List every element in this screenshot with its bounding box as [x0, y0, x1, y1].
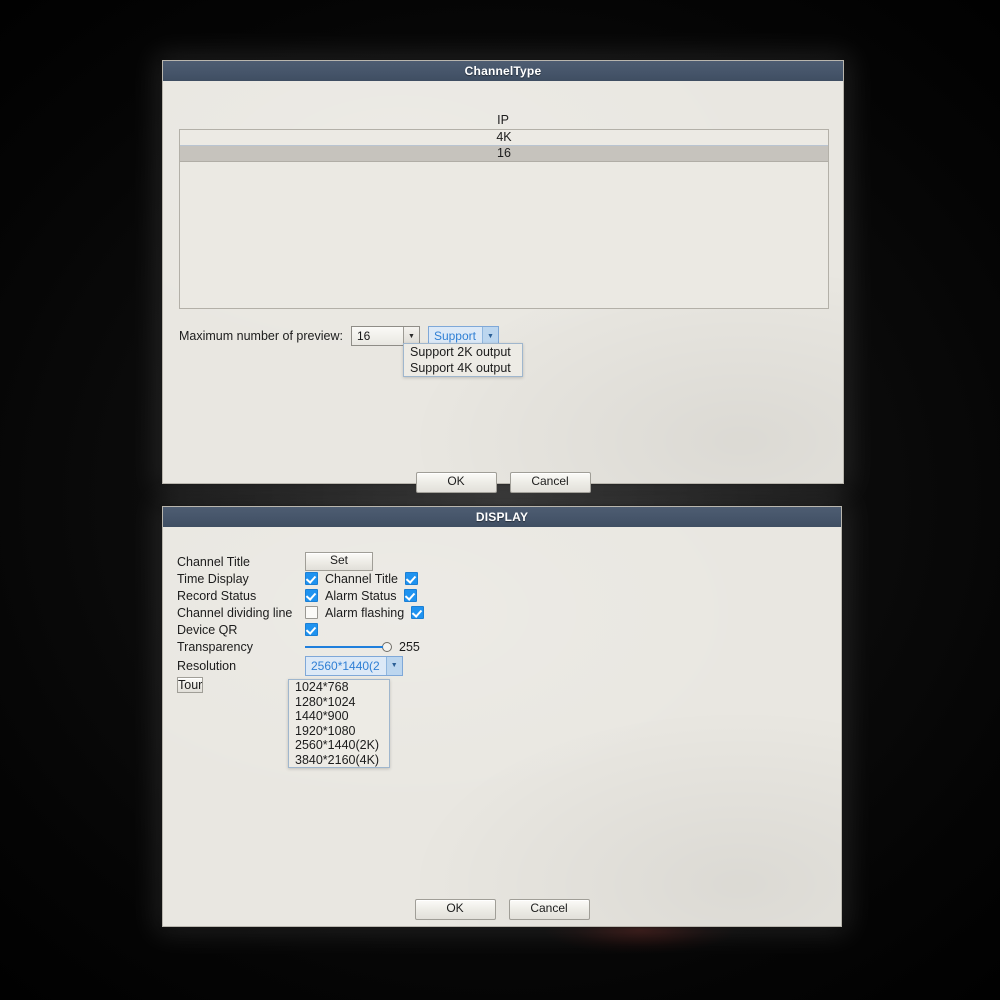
alarm-status-label: Alarm Status [325, 588, 397, 603]
display-button-row: OK Cancel [163, 899, 841, 920]
preview-count-value: 16 [356, 329, 371, 343]
dropdown-option[interactable]: 1920*1080 [289, 724, 389, 739]
row-time-display: Time Display Channel Title [177, 570, 424, 587]
row-record-status: Record Status Alarm Status [177, 587, 424, 604]
table-row[interactable]: 16 [180, 146, 828, 162]
preview-count-label: Maximum number of preview: [179, 329, 343, 343]
ok-button[interactable]: OK [414, 899, 496, 920]
transparency-slider[interactable]: 255 [305, 640, 420, 654]
dropdown-option[interactable]: 2560*1440(2K) [289, 738, 389, 753]
channel-dividing-line-label: Channel dividing line [177, 605, 293, 620]
time-display-checkbox[interactable] [305, 572, 318, 585]
dropdown-option[interactable]: 1280*1024 [289, 695, 389, 710]
tour-button[interactable]: Tour [177, 677, 204, 693]
alarm-status-checkbox[interactable] [403, 589, 417, 602]
cancel-button[interactable]: Cancel [509, 472, 591, 493]
device-qr-checkbox[interactable] [305, 623, 318, 636]
display-title: DISPLAY [475, 510, 529, 524]
cancel-button[interactable]: Cancel [508, 899, 590, 920]
screen-photo: ChannelType IP 4K 16 Maximum number of p… [0, 0, 1000, 1000]
output-support-dropdown-list[interactable]: Support 2K output Support 4K output [403, 343, 523, 377]
ok-button[interactable]: OK [415, 472, 497, 493]
device-qr-label: Device QR [177, 622, 238, 637]
row-channel-dividing-line: Channel dividing line Alarm flashing [177, 604, 425, 621]
time-display-label: Time Display [177, 571, 249, 586]
channel-type-table-header: IP [497, 113, 509, 127]
row-device-qr: Device QR [177, 621, 424, 638]
channel-type-titlebar: ChannelType [163, 61, 843, 81]
dropdown-option[interactable]: Support 2K output [404, 344, 522, 360]
row-transparency: Transparency 255 [177, 638, 424, 656]
channel-title-label: Channel Title [177, 554, 250, 569]
alarm-flashing-label: Alarm flashing [325, 605, 405, 620]
table-row[interactable]: 4K [180, 130, 828, 146]
transparency-value: 255 [399, 640, 420, 654]
display-titlebar: DISPLAY [163, 507, 841, 527]
set-button[interactable]: Set [305, 552, 373, 571]
table-cell-value: 4K [496, 130, 512, 144]
record-status-checkbox[interactable] [305, 589, 318, 602]
tour-label-slot: Tour [177, 677, 305, 693]
row-channel-title: Channel Title Set [177, 552, 424, 571]
record-status-label: Record Status [177, 588, 257, 603]
table-cell-value: 16 [497, 146, 511, 160]
channel-title-checkbox[interactable] [404, 572, 418, 585]
channel-type-title: ChannelType [464, 64, 542, 78]
dropdown-option[interactable]: Support 4K output [404, 360, 522, 376]
resolution-label: Resolution [177, 658, 237, 673]
channel-title-check-label: Channel Title [325, 571, 398, 586]
alarm-flashing-checkbox[interactable] [411, 606, 425, 619]
display-form: Channel Title Set Time Display Channel T… [177, 552, 425, 695]
transparency-label: Transparency [177, 640, 253, 654]
transparency-slider-track[interactable] [305, 646, 383, 648]
row-resolution: Resolution 2560*1440(2 ▼ [177, 655, 424, 676]
channel-type-dialog: ChannelType IP 4K 16 Maximum number of p… [162, 60, 844, 493]
resolution-value: 2560*1440(2 [311, 658, 380, 673]
channel-type-table[interactable]: 4K 16 [179, 129, 829, 309]
dropdown-option[interactable]: 1024*768 [289, 680, 389, 695]
dropdown-option[interactable]: 3840*2160(4K) [289, 753, 389, 768]
resolution-dropdown-list[interactable]: 1024*768 1280*1024 1440*900 1920*1080 25… [288, 679, 390, 768]
dropdown-option[interactable]: 1440*900 [289, 709, 389, 724]
channel-type-button-row: OK Cancel [163, 472, 843, 493]
channel-dividing-line-checkbox[interactable] [305, 606, 318, 619]
resolution-combo[interactable]: 2560*1440(2 ▼ [305, 655, 403, 676]
transparency-slider-knob[interactable] [382, 642, 392, 652]
chevron-down-icon[interactable]: ▼ [385, 656, 402, 675]
display-dialog: DISPLAY Channel Title Set Time Display C… [162, 506, 842, 927]
